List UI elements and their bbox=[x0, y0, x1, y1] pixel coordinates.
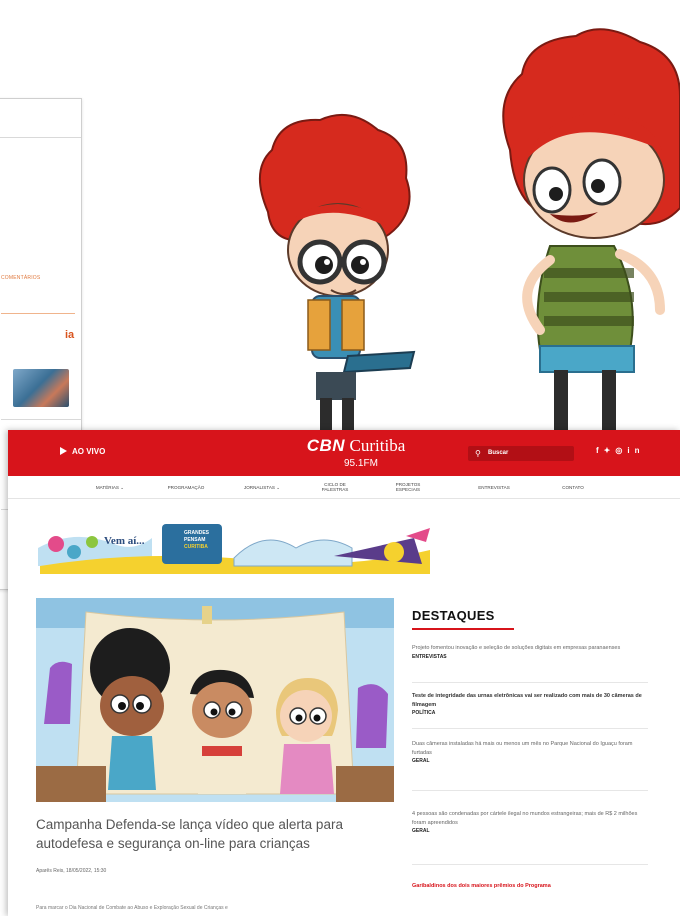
nav-materias[interactable]: MATÉRIAS ⌄ bbox=[80, 476, 140, 498]
search-icon: ⚲ bbox=[475, 449, 481, 458]
banner-logo-line-3: CURITIBA bbox=[184, 544, 208, 550]
highlight-title: Teste de integridade das urnas eletrônic… bbox=[412, 693, 642, 708]
highlight-item[interactable]: Garibaldinos dos dois maiores prêmios do… bbox=[412, 882, 648, 891]
linkedin-icon[interactable]: in bbox=[627, 446, 644, 455]
kid-with-glasses bbox=[258, 113, 416, 432]
kid-with-striped-shirt bbox=[502, 28, 680, 432]
site-logo[interactable]: CBN Curitiba 95.1FM bbox=[286, 436, 426, 469]
live-button[interactable]: AO VIVO bbox=[60, 447, 105, 456]
logo-frequency: 95.1FM bbox=[344, 458, 378, 469]
article-title[interactable]: Campanha Defenda-se lança vídeo que aler… bbox=[36, 815, 406, 853]
event-banner[interactable]: Vem aí... GRANDES PENSAM CURITIBA bbox=[34, 508, 434, 574]
cbn-page: AO VIVO CBN Curitiba 95.1FM ⚲ Buscar f✦◎… bbox=[8, 430, 680, 916]
play-icon bbox=[60, 447, 67, 455]
highlight-category: POLÍTICA bbox=[412, 710, 436, 716]
highlight-item[interactable]: 4 pessoas são condenadas por cártele ile… bbox=[412, 810, 648, 834]
highlight-title: Projeto fomentou inovação e seleção de s… bbox=[412, 645, 621, 651]
highlight-item[interactable]: Duas câmeras instaladas há mais ou menos… bbox=[412, 740, 648, 764]
comments-link[interactable]: COMENTÁRIOS bbox=[1, 275, 40, 281]
campaign-illustration bbox=[258, 28, 680, 432]
logo-city: Curitiba bbox=[349, 436, 406, 455]
article-lede: Para marcar o Dia Nacional de Combate ao… bbox=[36, 905, 228, 911]
card-divider bbox=[0, 137, 81, 138]
highlight-item[interactable]: Teste de integridade das urnas eletrônic… bbox=[412, 692, 648, 716]
highlights-sidebar: DESTAQUES Projeto fomentou inovação e se… bbox=[412, 608, 650, 889]
search-placeholder: Buscar bbox=[488, 450, 509, 456]
highlight-category: ENTREVISTAS bbox=[412, 653, 447, 660]
highlight-divider bbox=[412, 864, 648, 865]
article-byline: Aparês Reis, 18/05/2022, 15:30 bbox=[36, 868, 107, 874]
live-label: AO VIVO bbox=[72, 447, 106, 456]
highlights-heading: DESTAQUES bbox=[412, 608, 495, 623]
banner-logo-line-1: GRANDES bbox=[184, 530, 210, 536]
instagram-icon[interactable]: ◎ bbox=[615, 446, 627, 455]
highlight-category: GERAL bbox=[412, 758, 430, 764]
highlight-title: Garibaldinos dos dois maiores prêmios do… bbox=[412, 883, 551, 889]
highlight-title: Duas câmeras instaladas há mais ou menos… bbox=[412, 741, 633, 756]
nav-projetos-especiais[interactable]: PROJETOS ESPECIAIS bbox=[380, 476, 436, 498]
main-nav: MATÉRIAS ⌄ PROGRAMAÇÃO JORNALISTAS ⌄ CIC… bbox=[8, 476, 680, 499]
search-input[interactable]: ⚲ Buscar bbox=[468, 446, 574, 461]
twitter-icon[interactable]: ✦ bbox=[604, 446, 616, 455]
banner-text: Vem aí... bbox=[104, 535, 145, 547]
nav-contato[interactable]: CONTATO bbox=[548, 476, 598, 498]
nav-programacao[interactable]: PROGRAMAÇÃO bbox=[158, 476, 214, 498]
article-image[interactable] bbox=[36, 598, 394, 802]
card-divider-2 bbox=[1, 419, 81, 420]
highlight-item[interactable]: Projeto fomentou inovação e seleção de s… bbox=[412, 644, 648, 660]
facebook-icon[interactable]: f bbox=[596, 446, 604, 455]
highlight-category: GERAL bbox=[412, 828, 430, 834]
top-bar: AO VIVO CBN Curitiba 95.1FM ⚲ Buscar f✦◎… bbox=[8, 430, 680, 476]
section-title-fragment: ia bbox=[65, 329, 75, 341]
nav-entrevistas[interactable]: ENTREVISTAS bbox=[468, 476, 520, 498]
banner-logo-line-2: PENSAM bbox=[184, 537, 205, 543]
nav-ciclo-palestras[interactable]: CICLO DE PALESTRAS bbox=[310, 476, 360, 498]
article-thumbnail[interactable] bbox=[13, 369, 69, 407]
highlight-divider bbox=[412, 790, 648, 791]
social-links: f✦◎in bbox=[596, 446, 644, 455]
heading-underline bbox=[412, 628, 514, 630]
highlight-divider bbox=[412, 728, 648, 729]
section-rule bbox=[1, 313, 75, 314]
highlight-divider bbox=[412, 682, 648, 683]
nav-jornalistas[interactable]: JORNALISTAS ⌄ bbox=[230, 476, 294, 498]
logo-brand: CBN bbox=[306, 436, 346, 455]
highlight-title: 4 pessoas são condenadas por cártele ile… bbox=[412, 811, 638, 826]
